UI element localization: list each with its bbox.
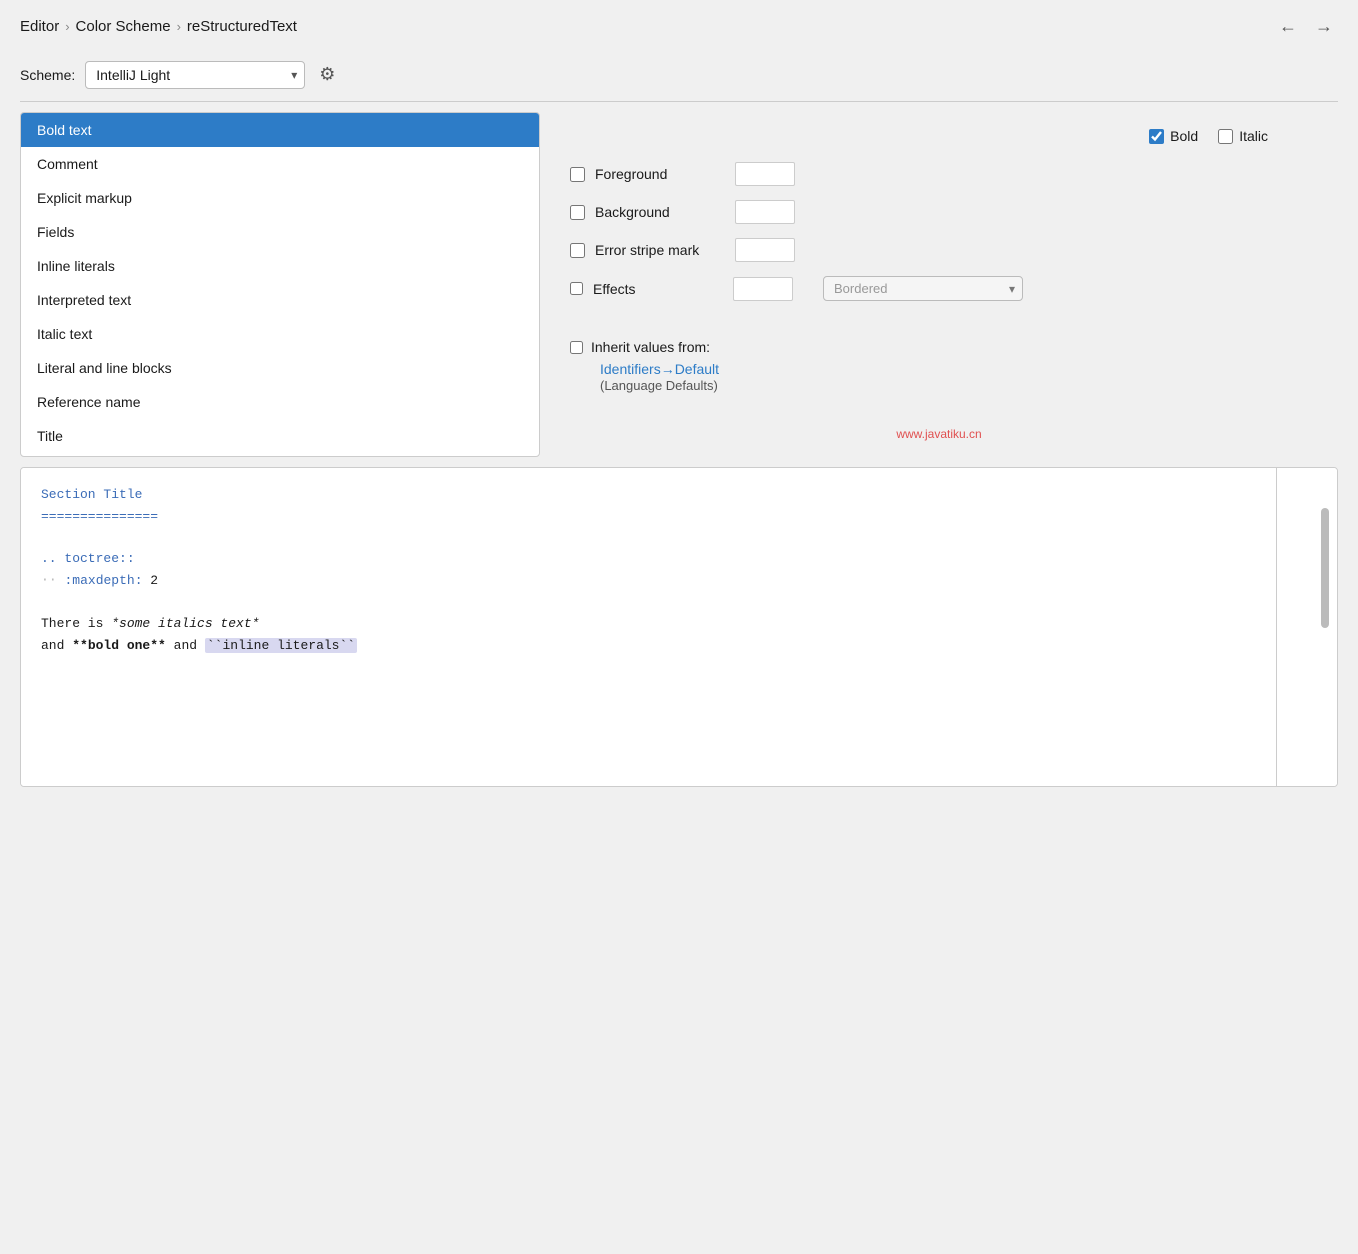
preview-line-directive: .. toctree:: (41, 548, 1256, 570)
inherit-label: Inherit values from: (591, 339, 710, 355)
identifiers-row: Identifiers→Default (570, 361, 1308, 377)
background-swatch[interactable] (735, 200, 795, 224)
effects-checkbox[interactable] (570, 282, 583, 295)
preview-line-equals: =============== (41, 506, 1256, 528)
effects-swatch[interactable] (733, 277, 793, 301)
code-section-title: Section Title (41, 487, 142, 502)
preview-line-bold: and **bold one** and ``inline literals`` (41, 635, 1256, 657)
preview-code: Section Title =============== .. toctree… (21, 468, 1277, 786)
breadcrumb-color-scheme[interactable]: Color Scheme (76, 18, 171, 35)
watermark: www.javatiku.cn (570, 427, 1308, 441)
settings-panel: Bold Italic Foreground Background Error … (540, 112, 1338, 457)
top-bar: Editor › Color Scheme › reStructuredText… (0, 0, 1358, 52)
scheme-label: Scheme: (20, 67, 75, 83)
background-row: Background (570, 200, 1308, 224)
list-item-reference-name[interactable]: Reference name (21, 385, 539, 419)
effects-label: Effects (593, 281, 723, 297)
code-bold-text: **bold one** (72, 638, 166, 653)
background-checkbox[interactable] (570, 205, 585, 220)
code-maxdepth-value: 2 (143, 573, 159, 588)
language-defaults-row: (Language Defaults) (570, 377, 1308, 393)
preview-line-italic: There is *some italics text* (41, 613, 1256, 635)
background-label: Background (595, 204, 725, 220)
list-item-bold-text[interactable]: Bold text (21, 113, 539, 147)
effect-type-select[interactable]: Bordered Underline Bold Underline Wave S… (823, 276, 1023, 301)
preview-line-blank2 (41, 592, 1256, 613)
code-there-is: There is (41, 616, 111, 631)
code-italic-text: *some italics text* (111, 616, 259, 631)
breadcrumb-restructured-text: reStructuredText (187, 18, 297, 35)
breadcrumb: Editor › Color Scheme › reStructuredText (20, 18, 297, 35)
list-item-inline-literals[interactable]: Inline literals (21, 249, 539, 283)
effect-type-wrapper: Bordered Underline Bold Underline Wave S… (823, 276, 1023, 301)
preview-section: Section Title =============== .. toctree… (20, 467, 1338, 787)
scheme-select[interactable]: IntelliJ Light Default Darcula High Cont… (85, 61, 305, 89)
gear-button[interactable]: ⚙ (315, 60, 339, 89)
divider (20, 101, 1338, 102)
code-inline-literal: ``inline literals`` (205, 638, 357, 653)
list-item-comment[interactable]: Comment (21, 147, 539, 181)
list-panel: Bold text Comment Explicit markup Fields… (20, 112, 540, 457)
error-stripe-label: Error stripe mark (595, 242, 725, 258)
error-stripe-swatch[interactable] (735, 238, 795, 262)
bold-italic-row: Bold Italic (570, 128, 1308, 144)
main-content: Bold text Comment Explicit markup Fields… (0, 112, 1358, 457)
scheme-row: Scheme: IntelliJ Light Default Darcula H… (0, 52, 1358, 101)
minimap-scrollbar[interactable] (1321, 508, 1329, 628)
preview-line-section-title: Section Title (41, 484, 1256, 506)
breadcrumb-sep-2: › (177, 19, 181, 34)
code-equals: =============== (41, 509, 158, 524)
identifiers-link[interactable]: Identifiers→Default (600, 361, 719, 377)
bold-checkbox[interactable] (1149, 129, 1164, 144)
breadcrumb-editor[interactable]: Editor (20, 18, 59, 35)
inherit-row: Inherit values from: (570, 339, 1308, 355)
list-item-interpreted-text[interactable]: Interpreted text (21, 283, 539, 317)
error-stripe-checkbox[interactable] (570, 243, 585, 258)
code-directive: .. toctree:: (41, 551, 135, 566)
list-item-literal-line-blocks[interactable]: Literal and line blocks (21, 351, 539, 385)
nav-arrows: ← → (1274, 12, 1338, 40)
foreground-row: Foreground (570, 162, 1308, 186)
scheme-select-wrapper: IntelliJ Light Default Darcula High Cont… (85, 61, 305, 89)
italic-checkbox-label[interactable]: Italic (1218, 128, 1268, 144)
inherit-checkbox[interactable] (570, 341, 583, 354)
breadcrumb-sep-1: › (65, 19, 69, 34)
bold-label: Bold (1170, 128, 1198, 144)
effects-row: Effects Bordered Underline Bold Underlin… (570, 276, 1308, 301)
code-and: and (41, 638, 72, 653)
preview-minimap (1277, 468, 1337, 786)
italic-checkbox[interactable] (1218, 129, 1233, 144)
preview-line-blank1 (41, 528, 1256, 549)
forward-button[interactable]: → (1310, 12, 1338, 40)
error-stripe-row: Error stripe mark (570, 238, 1308, 262)
foreground-checkbox[interactable] (570, 167, 585, 182)
bold-checkbox-label[interactable]: Bold (1149, 128, 1198, 144)
back-button[interactable]: ← (1274, 12, 1302, 40)
list-item-italic-text[interactable]: Italic text (21, 317, 539, 351)
code-field: :maxdepth: (64, 573, 142, 588)
preview-line-field: ·· :maxdepth: 2 (41, 570, 1256, 592)
list-item-title[interactable]: Title (21, 419, 539, 453)
foreground-label: Foreground (595, 166, 725, 182)
italic-label: Italic (1239, 128, 1268, 144)
list-item-explicit-markup[interactable]: Explicit markup (21, 181, 539, 215)
foreground-swatch[interactable] (735, 162, 795, 186)
inherit-section: Inherit values from: Identifiers→Default… (570, 329, 1308, 393)
list-item-fields[interactable]: Fields (21, 215, 539, 249)
language-defaults-label: (Language Defaults) (600, 378, 718, 393)
code-and2: and (166, 638, 205, 653)
